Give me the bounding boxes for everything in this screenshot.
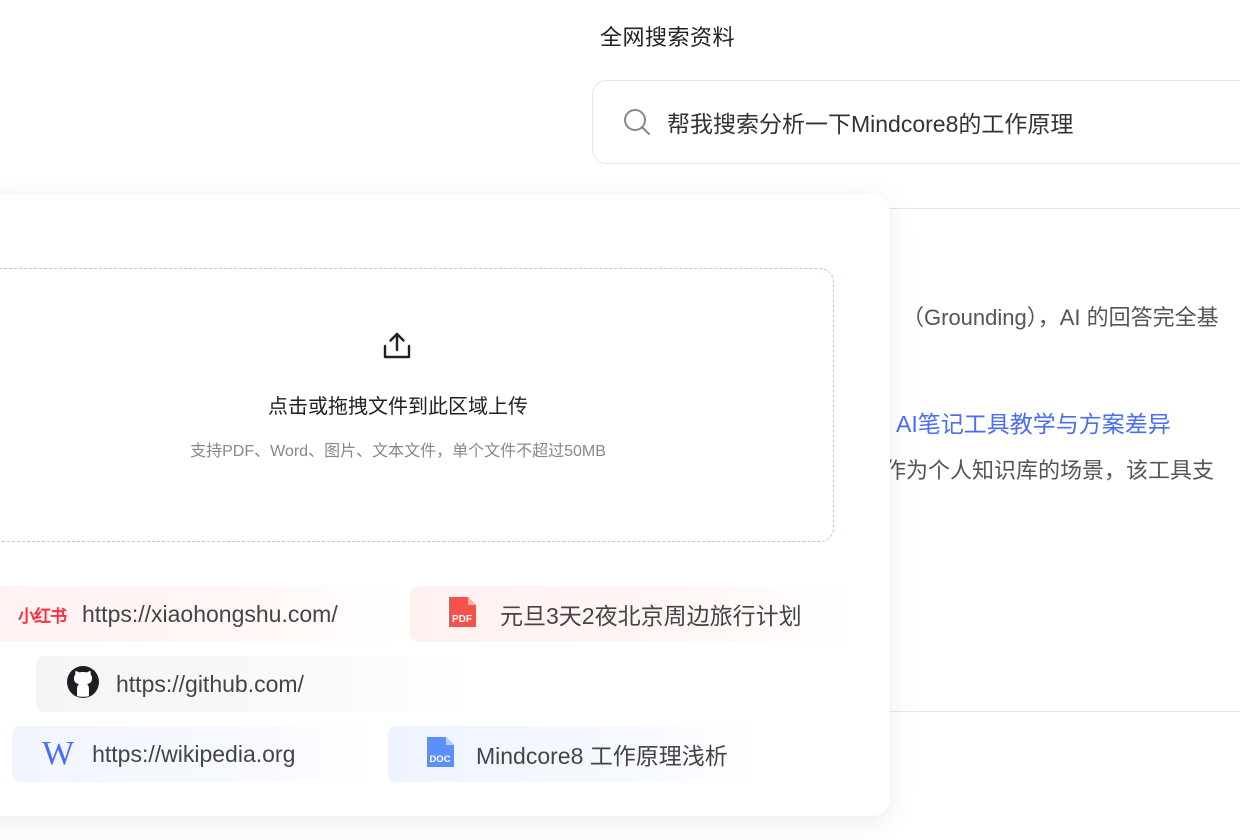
upload-title: 点击或拖拽文件到此区域上传 [268, 396, 528, 418]
source-chip-xiaohongshu[interactable]: 小红书 https://xiaohongshu.com/ [0, 586, 402, 642]
search-query-text: 帮我搜索分析一下Mindcore8的工作原理 [667, 111, 1074, 137]
upload-subtitle: 支持PDF、Word、图片、文本文件，单个文件不超过50MB [190, 443, 606, 460]
result-snippet-text-2: 作为个人知识库的场景，该工具支 [884, 458, 1215, 483]
upload-icon [381, 330, 413, 362]
doc-icon-text: DOC [429, 754, 450, 765]
search-input[interactable]: 帮我搜索分析一下Mindcore8的工作原理 [592, 80, 1240, 164]
source-url: https://github.com/ [116, 670, 304, 697]
source-url: https://wikipedia.org [92, 740, 296, 767]
result-link[interactable]: AI笔记工具教学与方案差异 [896, 405, 1171, 439]
pdf-icon-text: PDF [452, 614, 472, 625]
pdf-file-icon: PDF [446, 595, 478, 634]
source-file-name: Mindcore8 工作原理浅析 [476, 743, 728, 769]
github-icon [66, 665, 100, 704]
source-chip-github[interactable]: https://github.com/ [36, 656, 470, 712]
source-url: https://xiaohongshu.com/ [82, 600, 338, 627]
search-icon [621, 106, 653, 138]
source-chip-pdf[interactable]: PDF 元旦3天2夜北京周边旅行计划 [410, 586, 850, 642]
search-section-title: 全网搜索资料 [600, 25, 736, 50]
xiaohongshu-logo-icon: 小红书 [18, 606, 67, 626]
doc-file-icon: DOC [424, 735, 456, 774]
wikipedia-logo-icon: W [42, 735, 75, 772]
source-chip-doc[interactable]: DOC Mindcore8 工作原理浅析 [388, 726, 758, 782]
source-file-name: 元旦3天2夜北京周边旅行计划 [500, 603, 802, 629]
result-snippet-text: （Grounding），AI 的回答完全基 [902, 305, 1219, 330]
source-chip-wikipedia[interactable]: W https://wikipedia.org [12, 726, 372, 782]
